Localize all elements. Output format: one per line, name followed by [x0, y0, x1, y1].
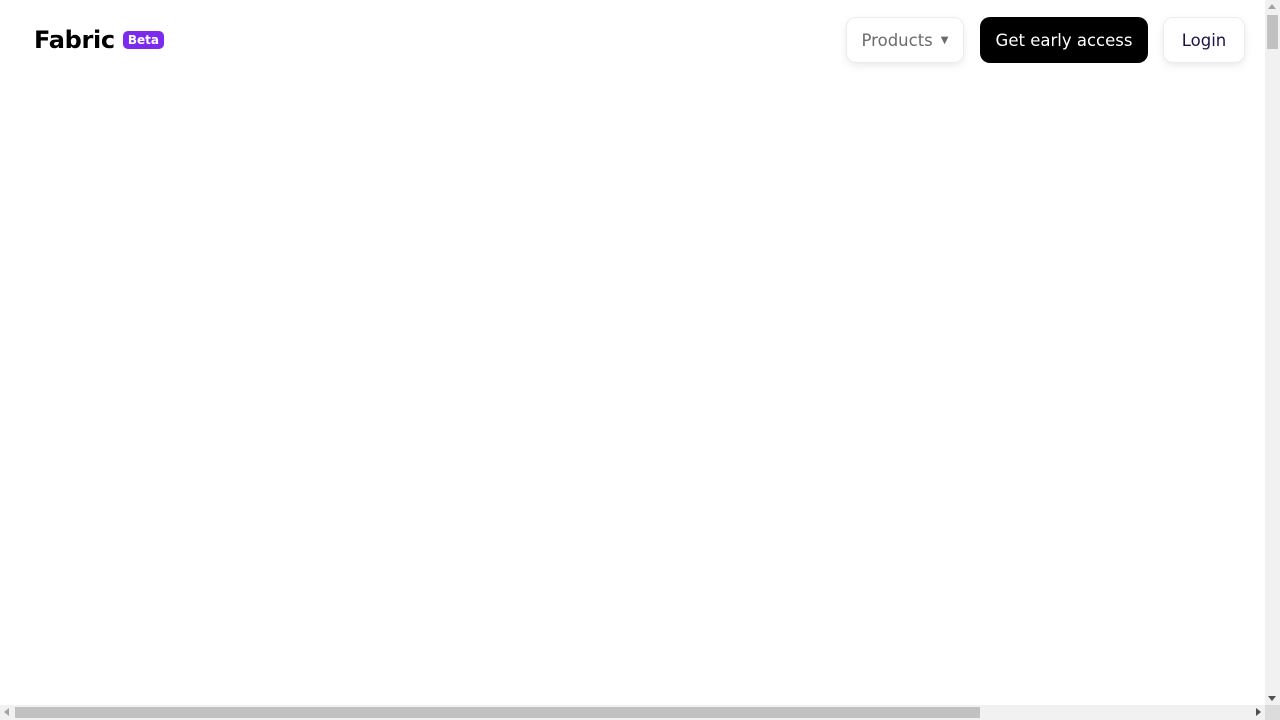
products-dropdown-button[interactable]: Products ▼	[846, 17, 964, 63]
brand[interactable]: Fabric Beta	[34, 26, 164, 54]
arrow-right-icon[interactable]	[1256, 708, 1261, 716]
arrow-left-icon[interactable]	[4, 708, 9, 716]
get-early-access-button[interactable]: Get early access	[980, 17, 1148, 63]
vertical-scroll-thumb[interactable]	[1267, 15, 1278, 49]
login-button[interactable]: Login	[1163, 17, 1245, 63]
vertical-scrollbar[interactable]	[1265, 0, 1280, 705]
caret-down-icon: ▼	[940, 34, 949, 46]
beta-badge: Beta	[122, 31, 164, 49]
brand-logo-text[interactable]: Fabric	[34, 26, 115, 54]
arrow-down-icon[interactable]	[1268, 696, 1276, 701]
horizontal-scroll-thumb[interactable]	[15, 707, 980, 718]
page-viewport: Fabric Beta Products ▼ Get early access …	[0, 0, 1265, 705]
products-label: Products	[861, 30, 933, 50]
top-nav: Products ▼ Get early access Login	[846, 17, 1245, 63]
arrow-up-icon[interactable]	[1268, 4, 1276, 9]
horizontal-scrollbar[interactable]	[0, 705, 1265, 720]
scrollbar-corner	[1265, 705, 1280, 720]
